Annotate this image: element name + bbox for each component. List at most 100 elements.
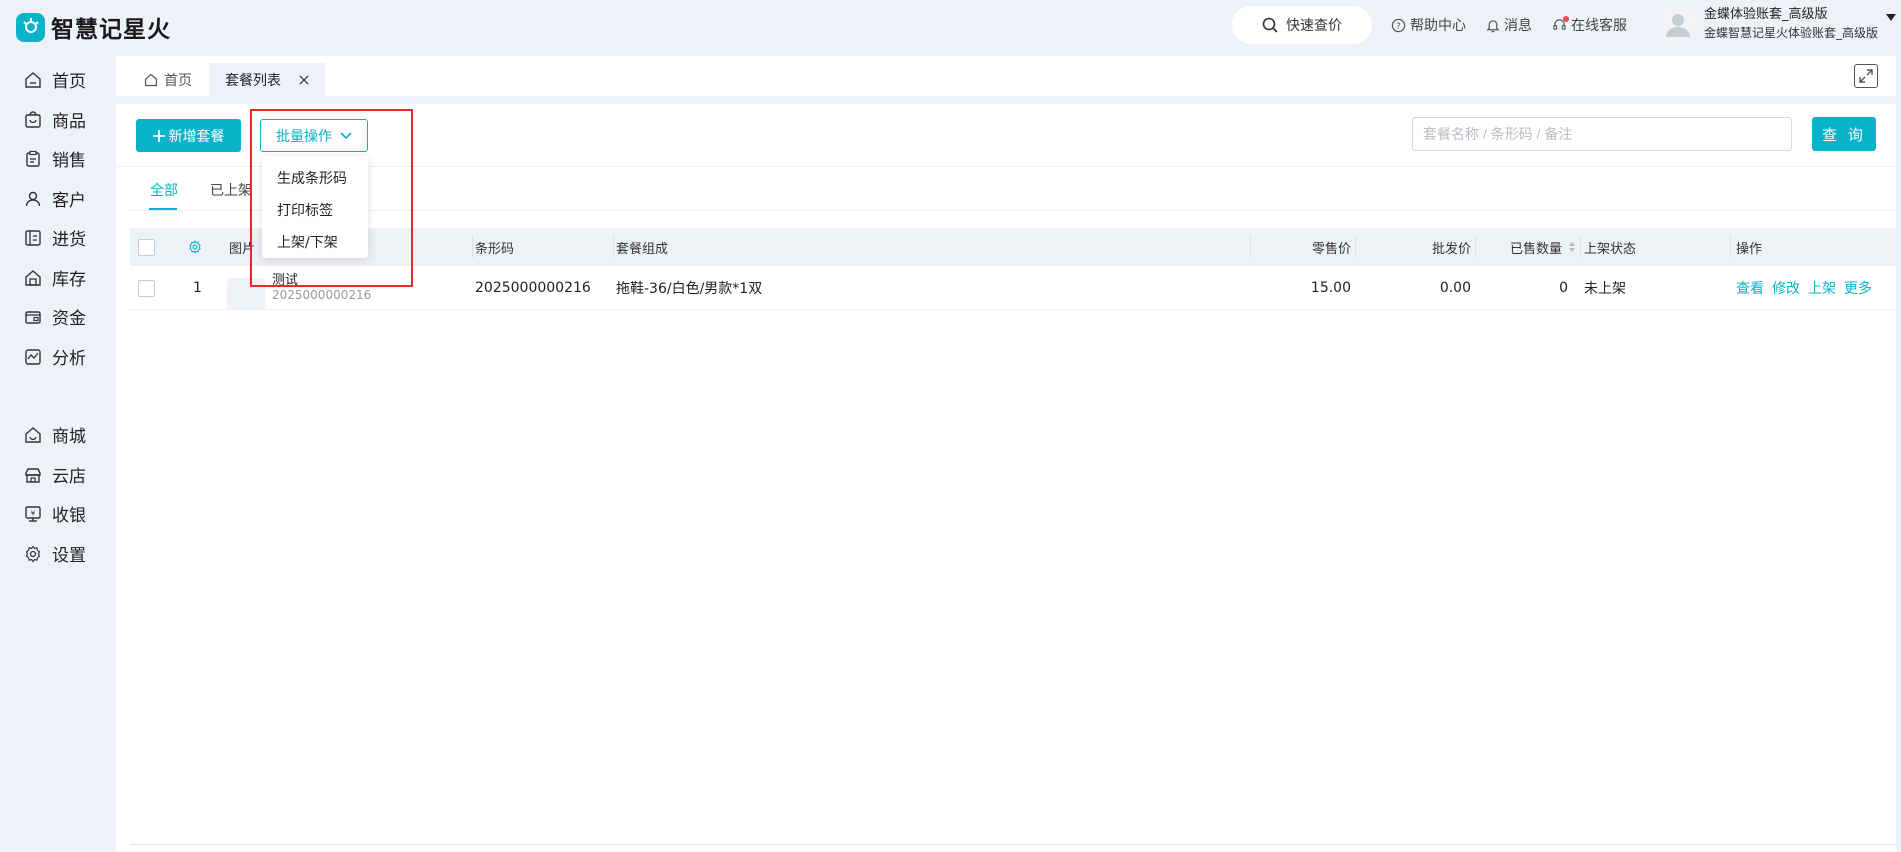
- tab-label: 首页: [164, 72, 192, 89]
- header-sold-qty[interactable]: 已售数量: [1476, 228, 1576, 266]
- sidebar-item-label: 云店: [52, 467, 86, 487]
- view-link[interactable]: 查看: [1736, 278, 1764, 298]
- sold-qty-cell: 0: [1559, 280, 1568, 296]
- messages-label: 消息: [1504, 18, 1532, 34]
- sidebar-item-label: 设置: [52, 546, 86, 566]
- search-input[interactable]: [1412, 117, 1792, 151]
- home-icon: [144, 73, 158, 86]
- sidebar-item-cashier[interactable]: ¥ 收银: [24, 501, 86, 526]
- gear-icon: [25, 545, 41, 562]
- gear-icon[interactable]: [188, 240, 202, 254]
- sidebar-item-mall[interactable]: 商城: [24, 422, 86, 447]
- sidebar-item-label: 商品: [52, 112, 86, 132]
- svg-text:?: ?: [1396, 20, 1400, 30]
- barcode-cell: 2025000000216: [475, 280, 591, 296]
- sidebar-item-cloud-store[interactable]: 云店: [24, 462, 86, 487]
- plus-icon: [152, 129, 165, 142]
- filter-tab-listed[interactable]: 已上架: [210, 180, 252, 200]
- sidebar-item-label: 销售: [52, 151, 86, 171]
- header-sold-qty-label: 已售数量: [1509, 241, 1562, 257]
- app-logo[interactable]: 智慧记星火: [16, 10, 171, 44]
- sidebar-item-product[interactable]: 商品: [24, 107, 86, 132]
- messages-link[interactable]: 消息: [1486, 15, 1532, 35]
- store-icon: [25, 467, 41, 483]
- list-link[interactable]: 上架: [1808, 278, 1836, 298]
- header-wholesale-price: 批发价: [1431, 241, 1471, 257]
- help-center-label: 帮助中心: [1410, 18, 1466, 34]
- sidebar-item-purchase[interactable]: 进货: [24, 225, 86, 250]
- logo-icon: [16, 12, 45, 42]
- help-center-link[interactable]: ? 帮助中心: [1391, 15, 1466, 35]
- search-icon: [1262, 17, 1278, 33]
- online-service-link[interactable]: 在线客服: [1552, 15, 1627, 35]
- add-package-label: 新增套餐: [168, 128, 225, 145]
- analysis-icon: [25, 348, 41, 365]
- status-cell: 未上架: [1584, 281, 1626, 297]
- header-listing-status: 上架状态: [1584, 241, 1637, 257]
- sidebar-item-customer[interactable]: 客户: [24, 186, 86, 211]
- sidebar-item-inventory[interactable]: 库存: [24, 265, 86, 290]
- page-tabs-bar: 首页 套餐列表: [116, 56, 1896, 96]
- select-all-checkbox[interactable]: [138, 238, 155, 256]
- user-menu[interactable]: 金蝶体验账套_高级版 金蝶智慧记星火体验账套_高级版: [1658, 4, 1897, 44]
- composition-cell: 拖鞋-36/白色/男款*1双: [616, 281, 763, 297]
- user-name: 金蝶体验账套_高级版: [1704, 7, 1828, 22]
- sidebar-item-analysis[interactable]: 分析: [24, 344, 86, 369]
- sidebar-item-label: 收银: [52, 506, 86, 526]
- package-code: 2025000000216: [272, 288, 372, 302]
- row-index: 1: [193, 280, 202, 296]
- add-package-button[interactable]: 新增套餐: [136, 119, 241, 152]
- close-icon[interactable]: [299, 75, 309, 85]
- sales-icon: [26, 150, 40, 167]
- query-button[interactable]: 查 询: [1812, 117, 1876, 151]
- sort-icon: [1569, 242, 1575, 252]
- top-bar: 智慧记星火 快速查价 ? 帮助中心 消息 在线客服 金蝶体验账套_高级版 金蝶智…: [0, 0, 1901, 52]
- cashier-icon: ¥: [25, 505, 41, 522]
- purchase-icon: [25, 229, 41, 246]
- quick-price-label: 快速查价: [1286, 18, 1342, 34]
- expand-icon: [1859, 69, 1873, 83]
- inventory-icon: [25, 269, 41, 286]
- sidebar-item-label: 进货: [52, 230, 86, 250]
- product-icon: [25, 110, 41, 128]
- row-checkbox[interactable]: [138, 279, 155, 297]
- sidebar-item-label: 首页: [52, 72, 86, 92]
- sidebar-item-sales[interactable]: 销售: [24, 146, 86, 171]
- tab-home[interactable]: 首页: [144, 63, 192, 96]
- header-barcode: 条形码: [475, 241, 515, 257]
- edit-link[interactable]: 修改: [1772, 278, 1800, 298]
- header-retail-price: 零售价: [1311, 241, 1351, 257]
- mall-icon: [25, 426, 41, 443]
- question-icon: ?: [1391, 18, 1406, 32]
- sidebar-item-label: 分析: [52, 349, 86, 369]
- notification-dot: [1563, 15, 1569, 22]
- more-link[interactable]: 更多: [1844, 278, 1872, 298]
- bell-icon: [1486, 19, 1500, 32]
- retail-price-cell: 15.00: [1310, 280, 1351, 296]
- wallet-icon: [25, 310, 41, 324]
- table-bottom-border: [130, 844, 1896, 845]
- sidebar-item-label: 资金: [52, 309, 86, 329]
- wholesale-price-cell: 0.00: [1439, 280, 1471, 296]
- header-composition: 套餐组成: [616, 241, 669, 257]
- tab-label: 套餐列表: [225, 72, 281, 89]
- svg-text:¥: ¥: [31, 509, 36, 517]
- sidebar-item-label: 库存: [52, 270, 86, 290]
- sidebar-item-label: 客户: [52, 191, 86, 211]
- headset-icon: [1552, 15, 1569, 33]
- user-account: 金蝶智慧记星火体验账套_高级版: [1704, 26, 1879, 40]
- sidebar-item-home[interactable]: 首页: [24, 67, 86, 92]
- caret-down-icon: [1886, 14, 1897, 21]
- filter-tab-all[interactable]: 全部: [150, 180, 178, 200]
- header-operations: 操作: [1736, 241, 1763, 257]
- sidebar-item-label: 商城: [52, 427, 86, 447]
- home-icon: [25, 71, 41, 88]
- fullscreen-button[interactable]: [1854, 64, 1878, 88]
- sidebar-item-funds[interactable]: 资金: [24, 304, 86, 329]
- highlight-box: [250, 109, 413, 287]
- sidebar: 首页 商品 销售 客户 进货 库存 资金 分析 商城 云店 ¥ 收银 设置: [0, 52, 115, 852]
- quick-price-button[interactable]: 快速查价: [1232, 6, 1372, 44]
- avatar: [1658, 4, 1698, 44]
- tab-package-list[interactable]: 套餐列表: [209, 63, 325, 96]
- sidebar-item-settings[interactable]: 设置: [24, 541, 86, 566]
